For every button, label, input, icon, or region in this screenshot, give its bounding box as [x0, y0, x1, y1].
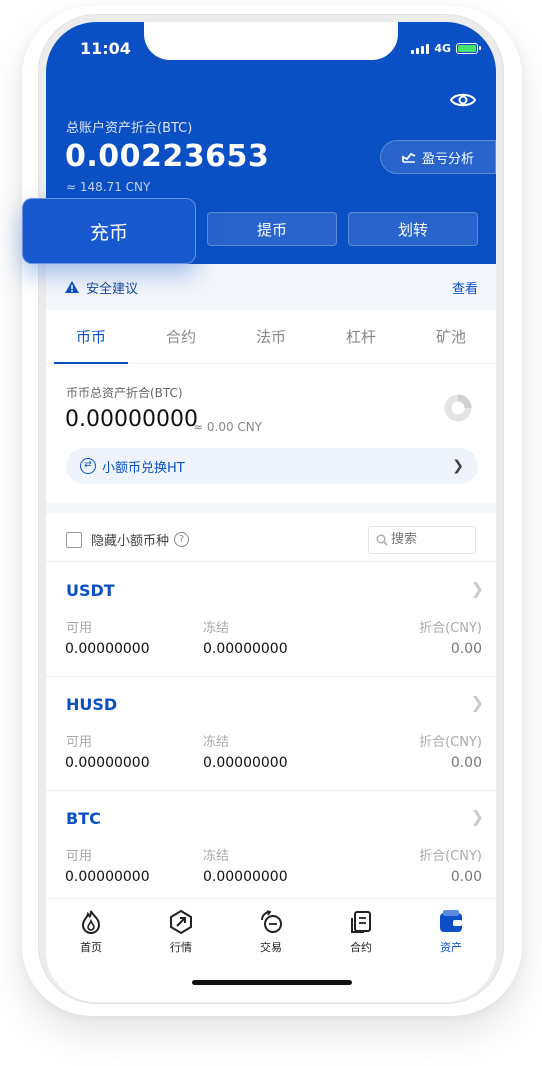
frozen-label: 冻结 [203, 849, 230, 864]
available-label: 可用 [66, 849, 93, 864]
coin-name: USDT [66, 581, 115, 600]
wallet-icon [440, 910, 462, 932]
nav-market[interactable]: 行情 [136, 899, 226, 968]
signal-icon [411, 43, 430, 54]
contract-icon [351, 911, 371, 933]
available-label: 可用 [66, 735, 93, 750]
security-label: 安全建议 [86, 281, 139, 297]
chevron-right-icon: ❯ [452, 458, 464, 474]
frozen-label: 冻结 [203, 621, 230, 636]
warning-icon [65, 281, 79, 293]
deposit-button[interactable]: 充币 [22, 198, 196, 264]
nav-label: 交易 [260, 941, 282, 954]
security-suggestion-bar[interactable]: 安全建议 查看 [46, 264, 496, 310]
battery-icon [456, 43, 481, 54]
bottom-nav: 首页 行情 交易 合约 资产 [46, 898, 496, 968]
tab-margin[interactable]: 杠杆 [316, 312, 406, 363]
value-cny-label: 折合(CNY) [419, 621, 482, 636]
flame-icon [81, 909, 101, 934]
available-value: 0.00000000 [65, 755, 150, 771]
convert-label: 小额币兑换HT [102, 460, 185, 476]
help-icon[interactable]: ? [174, 532, 190, 547]
pnl-analysis-label: 盈亏分析 [421, 151, 474, 167]
available-label: 可用 [66, 621, 93, 636]
value-cny-label: 折合(CNY) [419, 735, 482, 750]
hide-small-checkbox[interactable] [66, 531, 82, 548]
available-value: 0.00000000 [65, 869, 150, 885]
nav-contract[interactable]: 合约 [316, 899, 406, 968]
total-assets-label: 总账户资产折合(BTC) [66, 121, 193, 136]
tab-spot[interactable]: 币币 [46, 312, 136, 364]
total-assets-cny: ≈ 148.71 CNY [66, 180, 151, 194]
compass-icon [170, 909, 192, 935]
eye-icon[interactable] [450, 90, 476, 110]
cny-value: 0.00 [450, 641, 482, 657]
withdraw-button[interactable]: 提币 [207, 212, 337, 246]
search-box[interactable] [368, 525, 476, 554]
exchange-icon [261, 910, 282, 933]
frozen-value: 0.00000000 [203, 641, 288, 657]
tab-contract[interactable]: 合约 [136, 312, 226, 363]
status-indicators: 4G [411, 42, 481, 55]
nav-label: 首页 [80, 941, 102, 954]
cny-value: 0.00 [450, 869, 482, 885]
spot-total-value: 0.00000000 [65, 407, 198, 432]
chevron-right-icon: ❯ [470, 579, 484, 598]
tab-pool[interactable]: 矿池 [406, 312, 496, 363]
tab-fiat[interactable]: 法币 [226, 312, 316, 363]
swap-icon: ⇄ [80, 458, 96, 474]
nav-trade[interactable]: 交易 [226, 899, 316, 968]
asset-tabs: 币币 合约 法币 杠杆 矿池 [46, 312, 496, 364]
search-icon [376, 534, 388, 545]
coin-row-usdt[interactable]: USDT ❯ 可用 冻结 折合(CNY) 0.00000000 0.000000… [46, 563, 496, 677]
app-screen: 11:04 4G 总账户资产折合(BTC) 0.00223653 ≈ 148.7… [46, 22, 496, 1002]
hide-small-label: 隐藏小额币种 [91, 534, 170, 549]
cny-value: 0.00 [450, 755, 482, 771]
section-divider [46, 502, 496, 514]
coin-row-husd[interactable]: HUSD ❯ 可用 冻结 折合(CNY) 0.00000000 0.000000… [46, 677, 496, 791]
nav-label: 行情 [170, 941, 192, 954]
nav-label: 资产 [440, 941, 462, 954]
search-input[interactable] [391, 532, 461, 547]
chevron-right-icon: ❯ [470, 693, 484, 712]
filter-row: 隐藏小额币种 ? [46, 518, 496, 562]
nav-home[interactable]: 首页 [46, 899, 136, 968]
total-assets-value: 0.00223653 [65, 139, 270, 174]
spot-total-label: 币币总资产折合(BTC) [66, 386, 183, 400]
home-indicator [192, 980, 352, 985]
transfer-button[interactable]: 划转 [348, 212, 478, 246]
chevron-right-icon: ❯ [470, 807, 484, 826]
small-coin-convert-bar[interactable]: ⇄ 小额币兑换HT ❯ [66, 448, 478, 484]
coin-name: HUSD [66, 695, 118, 714]
pnl-analysis-button[interactable]: 盈亏分析 [380, 140, 496, 174]
frozen-value: 0.00000000 [203, 755, 288, 771]
security-view-link[interactable]: 查看 [452, 278, 478, 297]
status-time: 11:04 [80, 39, 131, 58]
available-value: 0.00000000 [65, 641, 150, 657]
chart-up-icon [402, 152, 416, 163]
frozen-label: 冻结 [203, 735, 230, 750]
coin-row-btc[interactable]: BTC ❯ 可用 冻结 折合(CNY) 0.00000000 0.0000000… [46, 791, 496, 905]
frozen-value: 0.00000000 [203, 869, 288, 885]
pie-chart-icon[interactable] [444, 394, 472, 422]
spot-total-cny: ≈ 0.00 CNY [193, 420, 263, 434]
nav-assets[interactable]: 资产 [406, 899, 496, 968]
nav-label: 合约 [350, 941, 372, 954]
network-label: 4G [434, 42, 451, 55]
phone-notch [144, 22, 398, 60]
value-cny-label: 折合(CNY) [419, 849, 482, 864]
coin-name: BTC [66, 809, 101, 828]
